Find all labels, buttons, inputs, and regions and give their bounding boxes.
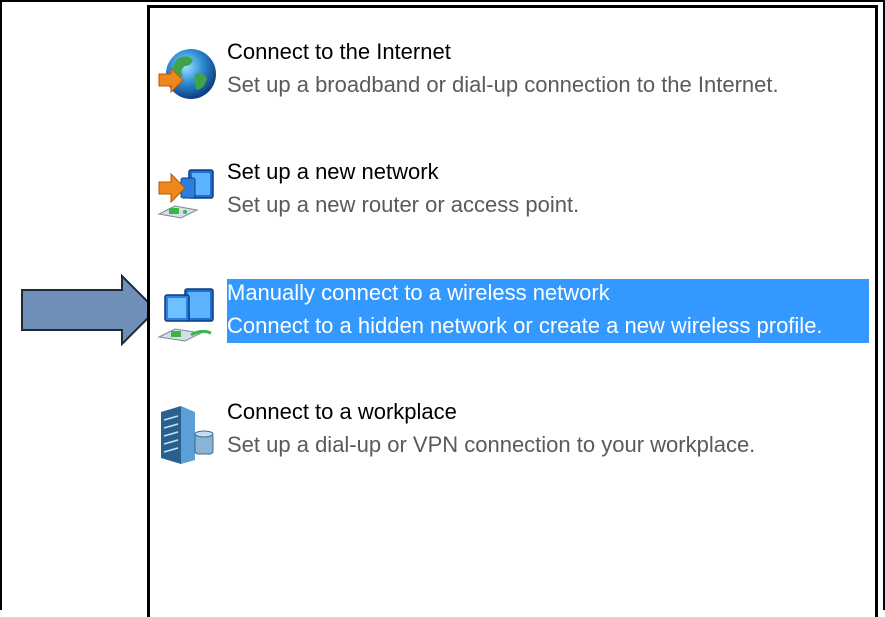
option-description: Set up a broadband or dial-up connection… bbox=[227, 72, 779, 97]
wireless-network-icon bbox=[155, 285, 219, 349]
option-title: Manually connect to a wireless network bbox=[227, 280, 610, 305]
option-description: Connect to a hidden network or create a … bbox=[227, 313, 823, 338]
option-description: Set up a new router or access point. bbox=[227, 192, 580, 217]
new-network-icon bbox=[155, 164, 219, 228]
option-description: Set up a dial-up or VPN connection to yo… bbox=[227, 432, 756, 457]
option-title: Connect to a workplace bbox=[227, 399, 457, 424]
connection-options-panel: Connect to the Internet Set up a broadba… bbox=[147, 5, 878, 617]
option-connect-internet[interactable]: Connect to the Internet Set up a broadba… bbox=[150, 38, 872, 116]
globe-connect-icon bbox=[155, 44, 219, 108]
option-title: Connect to the Internet bbox=[227, 39, 451, 64]
option-title: Set up a new network bbox=[227, 159, 439, 184]
option-connect-workplace[interactable]: Connect to a workplace Set up a dial-up … bbox=[150, 398, 872, 476]
pointer-arrow-annotation bbox=[21, 274, 158, 346]
option-setup-new-network[interactable]: Set up a new network Set up a new router… bbox=[150, 158, 872, 236]
option-manual-wireless[interactable]: Manually connect to a wireless network C… bbox=[150, 279, 872, 357]
workplace-building-icon bbox=[155, 404, 219, 468]
